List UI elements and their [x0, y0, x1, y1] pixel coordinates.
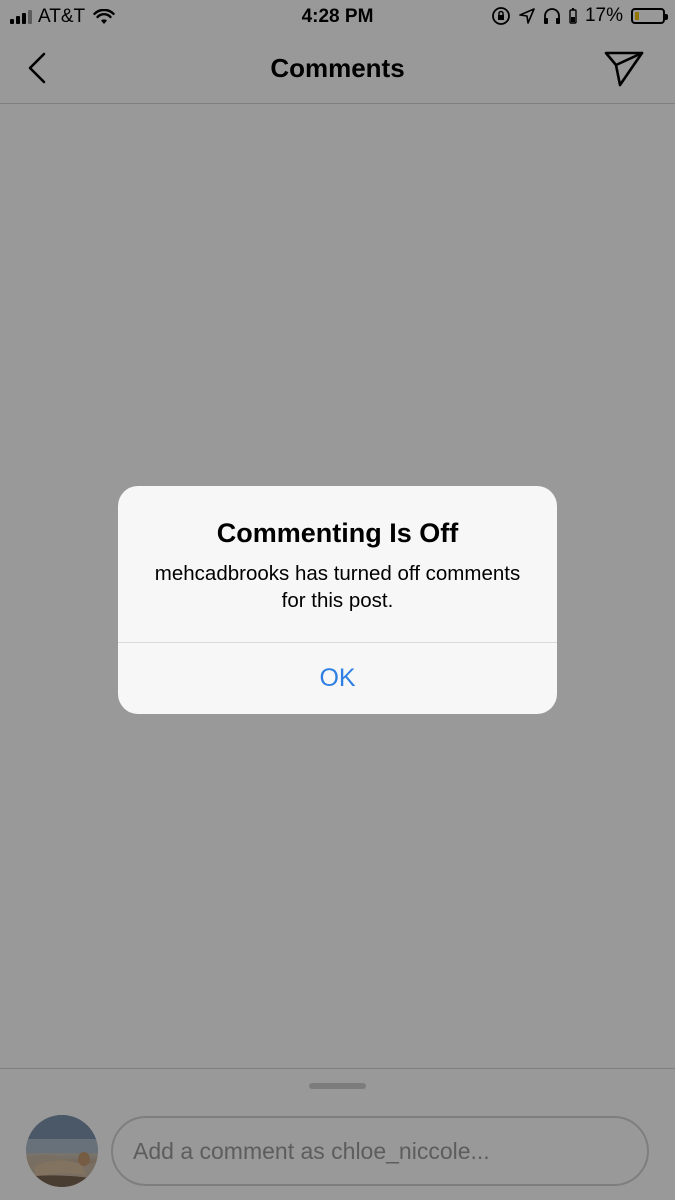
alert-message: mehcadbrooks has turned off comments for… [154, 562, 521, 612]
alert-title: Commenting Is Off [216, 518, 459, 548]
comments-screen: AT&T 4:28 PM 17% Comments Add a comment … [0, 0, 675, 1200]
ok-button[interactable]: OK [118, 643, 557, 714]
alert-dialog: Commenting Is Off mehcadbrooks has turne… [118, 486, 557, 714]
